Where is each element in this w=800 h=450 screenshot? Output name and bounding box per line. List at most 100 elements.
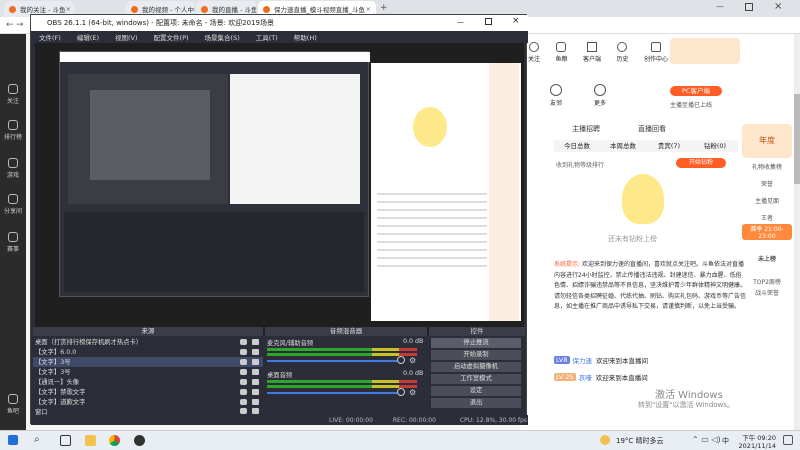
new-tab-button[interactable]: + <box>380 3 388 13</box>
sidebar-item-game[interactable]: 游戏 <box>0 158 26 179</box>
eye-icon[interactable] <box>240 358 247 365</box>
friend-icon <box>550 84 562 96</box>
source-item[interactable]: 桌面（打赏排行榜保存机刷才热点卡） <box>33 337 263 347</box>
weather-text[interactable]: 19°C 晴时多云 <box>616 436 664 446</box>
maximize-button[interactable] <box>745 3 753 11</box>
windows-start-icon[interactable] <box>8 435 18 445</box>
source-item[interactable]: 【文字】道歉文字 <box>33 397 263 407</box>
chrome-icon[interactable] <box>109 435 120 446</box>
rank-tab-week[interactable]: 本周总数 <box>600 140 646 152</box>
eye-icon[interactable] <box>240 408 247 414</box>
lock-icon[interactable] <box>252 368 259 375</box>
minimize-button[interactable]: — <box>716 2 724 11</box>
file-explorer-icon[interactable] <box>85 435 96 446</box>
back-icon[interactable]: ← <box>6 20 14 30</box>
pc-client-badge[interactable]: PC客户端 <box>670 86 722 96</box>
top-icon-history[interactable]: 历史 <box>616 42 628 68</box>
forward-icon[interactable]: → <box>16 20 24 30</box>
lock-icon[interactable] <box>252 348 259 355</box>
rank-tab-vip[interactable]: 贵宾(7) <box>646 140 692 152</box>
maximize-button[interactable] <box>485 18 492 25</box>
mute-icon[interactable] <box>397 388 405 396</box>
tab-close-icon[interactable]: × <box>366 5 371 13</box>
annual-banner[interactable] <box>670 38 740 64</box>
virtual-camera-button[interactable]: 启动虚拟摄像机 <box>431 362 521 372</box>
mute-icon[interactable] <box>397 356 405 364</box>
exit-button[interactable]: 退出 <box>431 398 521 408</box>
sidebar-item-yuba[interactable]: 鱼吧 <box>0 394 26 415</box>
promo-season[interactable]: 赛季 21:00-23:00 <box>742 224 792 240</box>
volume-slider[interactable] <box>267 392 397 394</box>
source-item[interactable]: 【通讯一】头像 <box>33 377 263 387</box>
search-icon[interactable]: ⌕ <box>34 434 40 445</box>
tab-recruit[interactable]: 主播招聘 <box>572 124 600 136</box>
obs-preview[interactable] <box>35 43 524 335</box>
volume-slider[interactable] <box>267 360 397 362</box>
lock-icon[interactable] <box>252 398 259 405</box>
lock-icon[interactable] <box>252 338 259 345</box>
eye-icon[interactable] <box>240 398 247 405</box>
top-icon-client[interactable]: 客户端 <box>583 42 601 68</box>
eye-icon[interactable] <box>240 388 247 395</box>
tray-icons[interactable]: ⌃ ▭ ◁) <box>692 435 721 444</box>
promo-annual[interactable]: 年度 <box>742 124 792 158</box>
clock[interactable]: 下午 09:20 2021/11/14 <box>736 432 776 450</box>
chat-user[interactable]: 哀嚎 <box>579 372 592 382</box>
more-button[interactable]: 更多 <box>594 84 606 107</box>
start-recording-button[interactable]: 开始录制 <box>431 350 521 360</box>
studio-mode-button[interactable]: 工作室模式 <box>431 374 521 384</box>
tab-replay[interactable]: 直播回看 <box>638 124 666 136</box>
close-window-button[interactable]: × <box>512 16 520 26</box>
source-item[interactable]: 【文字】禁歌文字 <box>33 387 263 397</box>
sidebar-item-rank[interactable]: 排行榜 <box>0 120 26 141</box>
sidebar-item-esports[interactable]: 赛事 <box>0 232 26 253</box>
menu-tools[interactable]: 工具(T) <box>256 32 278 42</box>
eye-icon[interactable] <box>240 338 247 345</box>
scrollbar-thumb[interactable] <box>794 94 800 184</box>
menu-view[interactable]: 视图(V) <box>115 32 138 42</box>
eye-icon[interactable] <box>240 348 247 355</box>
gear-icon[interactable]: ⚙ <box>409 388 416 397</box>
heart-icon <box>8 84 18 94</box>
gear-icon[interactable]: ⚙ <box>409 356 416 365</box>
source-item-selected[interactable]: 【文字】3号 <box>33 357 263 367</box>
menu-help[interactable]: 帮助(H) <box>294 32 317 42</box>
top-icon-creator[interactable]: 创作中心 <box>644 42 668 68</box>
rank-tab-today[interactable]: 今日总数 <box>554 140 600 152</box>
menu-file[interactable]: 文件(F) <box>39 32 61 42</box>
eye-icon[interactable] <box>240 368 247 375</box>
settings-button[interactable]: 设定 <box>431 386 521 396</box>
sidebar-item-follow[interactable]: 关注 <box>0 84 26 105</box>
promo-meet[interactable]: 主播见面 <box>742 196 792 205</box>
rank-tab-fans[interactable]: 钻粉(0) <box>692 140 738 152</box>
source-label: 【文字】道歉文字 <box>35 399 86 407</box>
lock-icon[interactable] <box>252 408 259 414</box>
chat-user[interactable]: 保力速 <box>573 355 593 365</box>
friend-button[interactable]: 友邻 <box>550 84 562 107</box>
menu-scene-collection[interactable]: 场景集合(S) <box>205 32 240 42</box>
notification-icon[interactable] <box>783 435 793 445</box>
monitor-icon <box>586 42 597 52</box>
sidebar-item-share[interactable]: 分享间 <box>0 194 26 215</box>
close-window-button[interactable]: × <box>774 1 782 12</box>
stop-streaming-button[interactable]: 停止推流 <box>431 338 521 348</box>
menu-edit[interactable]: 编辑(E) <box>77 32 99 42</box>
source-item[interactable]: 窗口 <box>33 407 263 416</box>
lock-icon[interactable] <box>252 358 259 365</box>
eye-icon[interactable] <box>240 378 247 385</box>
open-fans-button[interactable]: 开始钻粉 <box>676 158 726 168</box>
top-icon-follow[interactable]: 关注 <box>528 42 540 68</box>
top-icon-fishfood[interactable]: 鱼粮 <box>555 42 568 68</box>
tab-close-icon[interactable]: × <box>65 5 70 13</box>
lock-icon[interactable] <box>252 378 259 385</box>
source-item[interactable]: 【文字】6.0.0 <box>33 347 263 357</box>
mixer-dock-header: 音频混音器 <box>265 327 427 336</box>
task-view-icon[interactable] <box>60 435 71 446</box>
source-item[interactable]: 【文字】3号 <box>33 367 263 377</box>
obs-icon[interactable] <box>134 435 145 446</box>
minimize-button[interactable]: — <box>457 18 464 26</box>
page-scrollbar[interactable] <box>794 34 800 430</box>
lock-icon[interactable] <box>252 388 259 395</box>
input-language[interactable]: 中 <box>722 436 729 446</box>
menu-profile[interactable]: 配置文件(P) <box>154 32 189 42</box>
